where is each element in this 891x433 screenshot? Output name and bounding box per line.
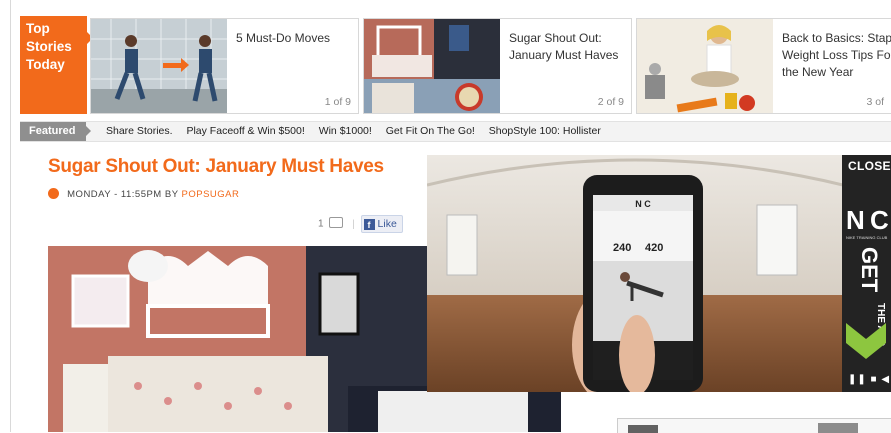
nike-logo: N C bbox=[846, 205, 889, 235]
label-line: Today bbox=[26, 57, 65, 72]
story-title[interactable]: Sugar Shout Out: January Must Haves bbox=[509, 30, 631, 64]
get-label: GET bbox=[857, 247, 882, 293]
social-bar: 1 | f Like bbox=[318, 215, 403, 233]
video-ad-player[interactable]: N C 240 420 bbox=[427, 155, 843, 392]
nike-app-ad[interactable]: CLOSE X N C NIKE TRAINING CLUB GET THE A… bbox=[842, 155, 891, 392]
comment-count[interactable]: 1 bbox=[318, 219, 324, 230]
app-brand-text: N C bbox=[635, 199, 651, 209]
article-by: BY bbox=[164, 189, 179, 200]
story-count: 1 of 9 bbox=[324, 96, 351, 108]
top-stories-carousel: Top Stories Today 5 Must-Do Moves 1 of 9… bbox=[20, 16, 891, 116]
facebook-like-button[interactable]: f Like bbox=[360, 215, 403, 233]
media-controls: ❚❚ ■ ◀ bbox=[848, 374, 890, 385]
featured-arrow-icon bbox=[86, 126, 91, 136]
label-line: Stories bbox=[26, 39, 72, 54]
comment-icon[interactable] bbox=[329, 216, 344, 228]
separator: | bbox=[352, 218, 355, 230]
top-stories-label: Top Stories Today bbox=[20, 16, 87, 114]
volume-icon[interactable]: ◀ bbox=[881, 374, 890, 385]
story-card-2[interactable]: Sugar Shout Out: January Must Haves 2 of… bbox=[363, 18, 632, 114]
story-card-3[interactable]: Back to Basics: Staple Weight Loss Tips … bbox=[636, 18, 891, 114]
story-title[interactable]: Back to Basics: Staple Weight Loss Tips … bbox=[782, 30, 891, 81]
story-thumbnail[interactable] bbox=[91, 19, 227, 113]
featured-link-win-1000[interactable]: Win $1000! bbox=[319, 125, 372, 137]
like-label: Like bbox=[377, 218, 397, 230]
pause-icon[interactable]: ❚❚ bbox=[848, 374, 867, 385]
featured-link-faceoff[interactable]: Play Faceoff & Win $500! bbox=[186, 125, 304, 137]
article-date: MONDAY - 11:55PM bbox=[67, 189, 162, 200]
featured-link-get-fit[interactable]: Get Fit On The Go! bbox=[386, 125, 475, 137]
featured-bar: Featured Share Stories. Play Faceoff & W… bbox=[20, 121, 891, 142]
featured-link-share-stories[interactable]: Share Stories. bbox=[106, 125, 173, 137]
ad-tagline: NIKE TRAINING CLUB bbox=[846, 235, 888, 240]
featured-label: Featured bbox=[20, 122, 86, 141]
story-count: 3 of bbox=[866, 96, 884, 108]
facebook-icon: f bbox=[363, 219, 375, 230]
story-thumbnail[interactable] bbox=[637, 19, 773, 113]
label-line: Top bbox=[26, 21, 50, 36]
stat-minutes: 420 bbox=[645, 242, 663, 254]
featured-links: Share Stories. Play Faceoff & Win $500! … bbox=[106, 122, 612, 141]
article-title[interactable]: Sugar Shout Out: January Must Haves bbox=[48, 156, 384, 178]
bottom-ad-banner[interactable] bbox=[617, 418, 891, 433]
page: Top Stories Today 5 Must-Do Moves 1 of 9… bbox=[0, 0, 891, 433]
article-meta: MONDAY - 11:55PM BY POPSUGAR bbox=[48, 188, 239, 200]
story-title[interactable]: 5 Must-Do Moves bbox=[236, 30, 358, 47]
story-count: 2 of 9 bbox=[597, 96, 624, 108]
chevron-icon bbox=[846, 323, 886, 359]
story-thumbnail[interactable] bbox=[364, 19, 500, 113]
featured-link-shopstyle[interactable]: ShopStyle 100: Hollister bbox=[489, 125, 601, 137]
article-author-link[interactable]: POPSUGAR bbox=[182, 189, 240, 200]
category-dot-icon bbox=[48, 188, 59, 199]
story-card-1[interactable]: 5 Must-Do Moves 1 of 9 bbox=[90, 18, 359, 114]
stop-icon[interactable]: ■ bbox=[871, 374, 878, 385]
close-ad-button[interactable]: CLOSE X bbox=[848, 159, 891, 173]
stat-calories: 240 bbox=[613, 242, 631, 254]
left-border bbox=[10, 0, 11, 432]
